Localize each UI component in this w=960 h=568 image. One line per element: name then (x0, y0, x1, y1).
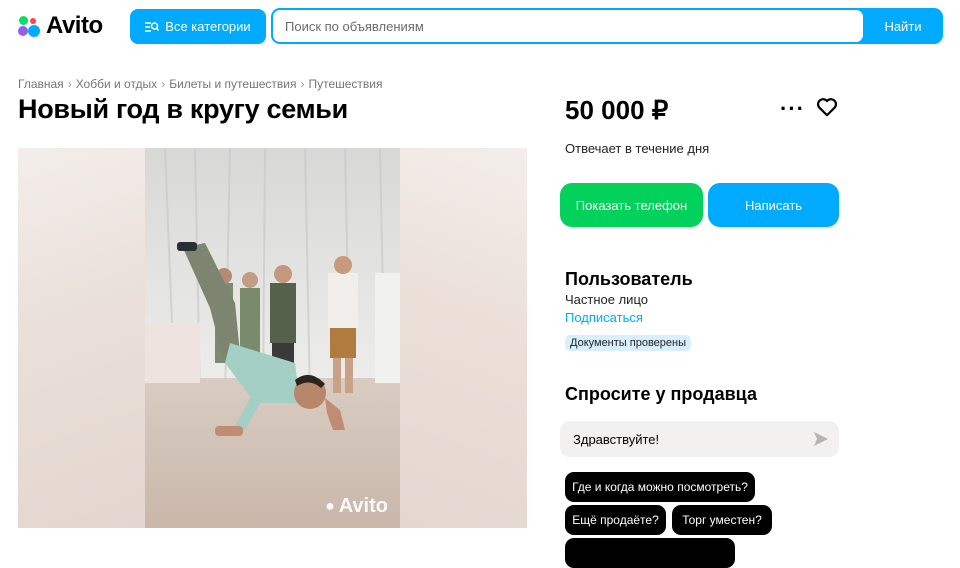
breadcrumb-separator: › (300, 77, 305, 91)
all-categories-label: Все категории (165, 19, 251, 34)
photo-blur-right (400, 148, 527, 528)
ask-seller-title: Спросите у продавца (565, 384, 757, 404)
show-phone-button[interactable]: Показать телефон (560, 183, 703, 227)
search-list-icon (145, 21, 160, 32)
breadcrumb-separator: › (161, 77, 166, 91)
breadcrumb-item-home[interactable]: Главная (18, 77, 64, 91)
watermark-logo-icon: ● (325, 497, 335, 515)
search-bar: Найти (271, 8, 943, 44)
search-input[interactable] (273, 10, 863, 42)
more-icon[interactable]: ··· (780, 96, 805, 122)
documents-verified-badge: Документы проверены (565, 335, 692, 351)
response-time: Отвечает в течение дня (565, 141, 710, 156)
quick-question-chip[interactable]: Где и когда можно посмотреть? (565, 472, 755, 502)
breadcrumb-separator: › (67, 77, 72, 91)
listing-price: 50 000 ₽ (565, 95, 669, 125)
send-icon[interactable] (813, 431, 829, 447)
seller-type: Частное лицо (565, 292, 648, 307)
page-title: Новый год в кругу семьи (18, 94, 348, 124)
watermark-text: Avito (338, 495, 388, 517)
breadcrumb-item-tickets[interactable]: Билеты и путешествия (169, 77, 296, 91)
subscribe-link[interactable]: Подписаться (565, 310, 643, 325)
heart-icon[interactable] (816, 96, 838, 118)
message-box (560, 421, 839, 457)
all-categories-button[interactable]: Все категории (130, 9, 266, 44)
search-button[interactable]: Найти (863, 8, 943, 44)
avito-watermark: ● Avito (325, 495, 388, 518)
logo-dots-icon (18, 15, 40, 37)
logo-text: Avito (46, 12, 103, 39)
breadcrumb: Главная › Хобби и отдых › Билеты и путеш… (18, 77, 383, 91)
seller-name[interactable]: Пользователь (565, 269, 693, 290)
breadcrumb-item-travel[interactable]: Путешествия (308, 77, 382, 91)
breadcrumb-item-hobby[interactable]: Хобби и отдых (76, 77, 158, 91)
listing-photo[interactable]: ● Avito (145, 148, 400, 528)
write-message-button[interactable]: Написать (708, 183, 839, 227)
dancer-photo-image (145, 148, 400, 528)
quick-question-chip[interactable] (565, 538, 735, 568)
quick-question-chip[interactable]: Торг уместен? (672, 505, 772, 535)
message-input[interactable] (560, 421, 800, 457)
photo-blur-left (18, 148, 145, 528)
avito-logo[interactable]: Avito (18, 12, 103, 40)
quick-question-chip[interactable]: Ещё продаёте? (565, 505, 666, 535)
listing-photo-gallery[interactable]: ● Avito (18, 148, 527, 528)
